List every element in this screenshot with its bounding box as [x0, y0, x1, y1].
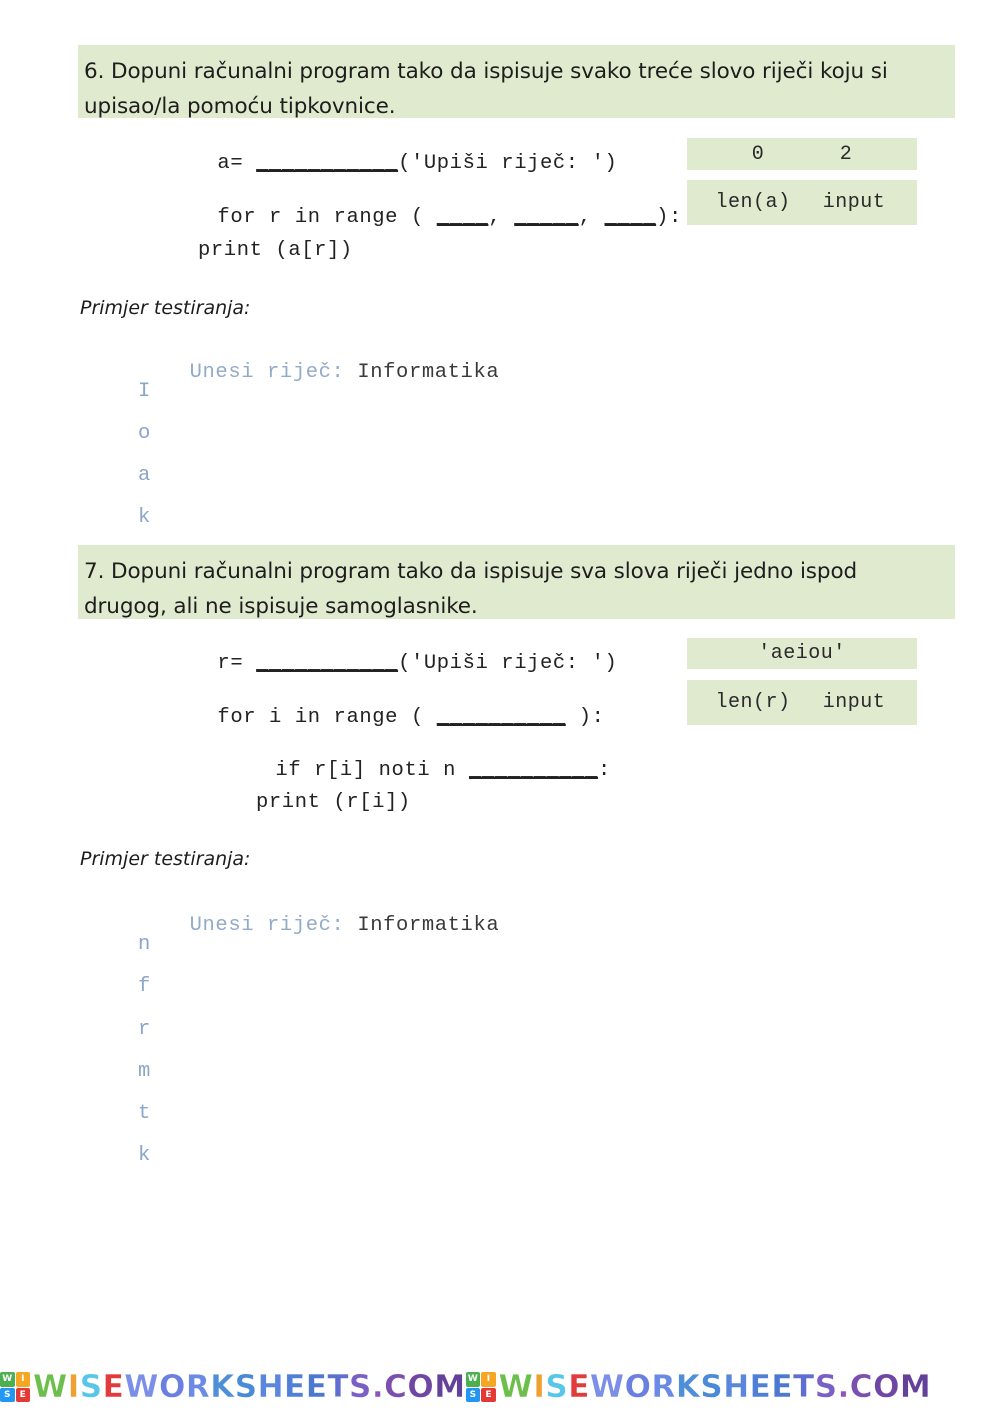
q6-line1-blank[interactable]: ___________	[256, 152, 398, 175]
q7-output-char-3: m	[138, 1060, 151, 1083]
q7-line3-prefix: if r[i] noti n	[275, 758, 469, 782]
logo-tile-s: S	[465, 1387, 481, 1402]
question-6-heading-line-1: 6. Dopuni računalni program tako da ispi…	[84, 59, 888, 84]
q7-sample-prompt: Unesi riječ:	[189, 914, 358, 937]
question-7-hint-box-row-2: len(r) input	[687, 680, 917, 725]
q6-line1-suffix: ('Upiši riječ: ')	[398, 151, 618, 175]
q7-output-char-0: n	[138, 933, 151, 956]
q7-sample-typed: Informatika	[357, 914, 500, 937]
q7-hint-aeiou[interactable]: 'aeiou'	[758, 642, 846, 665]
q6-code-line-3: print (a[r])	[198, 239, 353, 262]
logo-tile-i: I	[15, 1372, 30, 1387]
logo-tile-w: W	[0, 1372, 15, 1387]
watermark-unit-1: WISE WISEWORKSHEETS.COM	[0, 1368, 466, 1405]
q6-line2-blank-1[interactable]: ____	[437, 206, 489, 229]
q6-hint-0[interactable]: 0	[714, 143, 802, 166]
q6-output-char-1: o	[138, 422, 151, 445]
q6-hint-len-a[interactable]: len(a)	[701, 191, 805, 214]
question-7-heading-line-2: drugog, ali ne ispisuje samoglasnike.	[84, 593, 478, 619]
q6-output-char-2: a	[138, 464, 151, 487]
question-7-hint-box-row-1: 'aeiou'	[687, 638, 917, 669]
logo-tile-e: E	[481, 1387, 496, 1402]
q7-hint-len-r[interactable]: len(r)	[701, 691, 805, 714]
q7-line3-blank[interactable]: __________	[469, 759, 598, 782]
q7-line1-prefix: r=	[217, 651, 257, 675]
q6-output-char-0: I	[138, 380, 151, 403]
q7-sample-input-line: Unesi riječ: Informatika	[138, 891, 499, 960]
q7-output-char-2: r	[138, 1018, 151, 1041]
q6-sample-input-line: Unesi riječ: Informatika	[138, 338, 499, 407]
logo-tile-w: W	[465, 1372, 481, 1387]
q6-line2-blank-3[interactable]: ____	[605, 206, 657, 229]
q7-code-line-4: print (r[i])	[256, 791, 411, 814]
q7-output-char-4: t	[138, 1102, 151, 1125]
question-7-sample-label: Primjer testiranja:	[80, 848, 251, 870]
question-7-heading-line-1: 7. Dopuni računalni program tako da ispi…	[84, 559, 858, 584]
q6-output-char-3: k	[138, 506, 151, 529]
q7-line2-blank[interactable]: __________	[437, 706, 566, 729]
footer-watermark: WISE WISEWORKSHEETS.COM WISE WISEWORKSHE…	[0, 1362, 1000, 1412]
q7-line2-prefix: for i in range (	[217, 705, 437, 729]
watermark-text-2: WISEWORKSHEETS.COM	[498, 1368, 932, 1405]
worksheet-page: 6. Dopuni računalni program tako da ispi…	[0, 0, 1000, 1413]
watermark-text-1: WISEWORKSHEETS.COM	[33, 1368, 466, 1405]
question-7-heading: 7. Dopuni računalni program tako da ispi…	[78, 545, 955, 619]
question-6-heading-line-2: upisao/la pomoću tipkovnice.	[84, 93, 396, 119]
q6-line2-prefix: for r in range (	[217, 205, 437, 229]
q7-hint-input[interactable]: input	[805, 691, 903, 714]
q6-line2-suffix: ):	[656, 205, 682, 229]
watermark-unit-2: WISE WISEWORKSHEETS.COM	[465, 1368, 932, 1405]
q6-line2-sep-1: ,	[488, 205, 515, 229]
q6-hint-input[interactable]: input	[805, 191, 903, 214]
q6-line1-prefix: a=	[217, 151, 257, 175]
logo-tile-e: E	[15, 1387, 30, 1402]
logo-tile-i: I	[481, 1372, 496, 1387]
q7-line2-suffix: ):	[565, 705, 605, 729]
q6-line2-sep-2: ,	[578, 205, 605, 229]
q7-code-line-1: r= ___________('Upiši riječ: ')	[140, 633, 617, 695]
q6-code-line-1: a= ___________('Upiši riječ: ')	[140, 133, 617, 195]
question-6-sample-label: Primjer testiranja:	[80, 297, 251, 319]
q6-line2-blank-2[interactable]: _____	[514, 206, 579, 229]
q7-line1-blank[interactable]: ___________	[256, 652, 398, 675]
wiseworksheets-logo-icon-2: WISE	[465, 1372, 496, 1402]
q6-sample-prompt: Unesi riječ:	[189, 361, 358, 384]
q7-output-char-1: f	[138, 975, 151, 998]
q7-line3-suffix: :	[597, 758, 611, 782]
q6-hint-2[interactable]: 2	[802, 143, 890, 166]
q7-line1-suffix: ('Upiši riječ: ')	[398, 651, 618, 675]
q6-sample-typed: Informatika	[357, 361, 500, 384]
question-6-hint-box-row-1: 0 2	[687, 138, 917, 170]
question-6-hint-box-row-2: len(a) input	[687, 180, 917, 225]
question-6-heading: 6. Dopuni računalni program tako da ispi…	[78, 45, 955, 119]
q7-output-char-5: k	[138, 1144, 151, 1167]
logo-tile-s: S	[0, 1387, 15, 1402]
wiseworksheets-logo-icon: WISE	[0, 1372, 30, 1402]
